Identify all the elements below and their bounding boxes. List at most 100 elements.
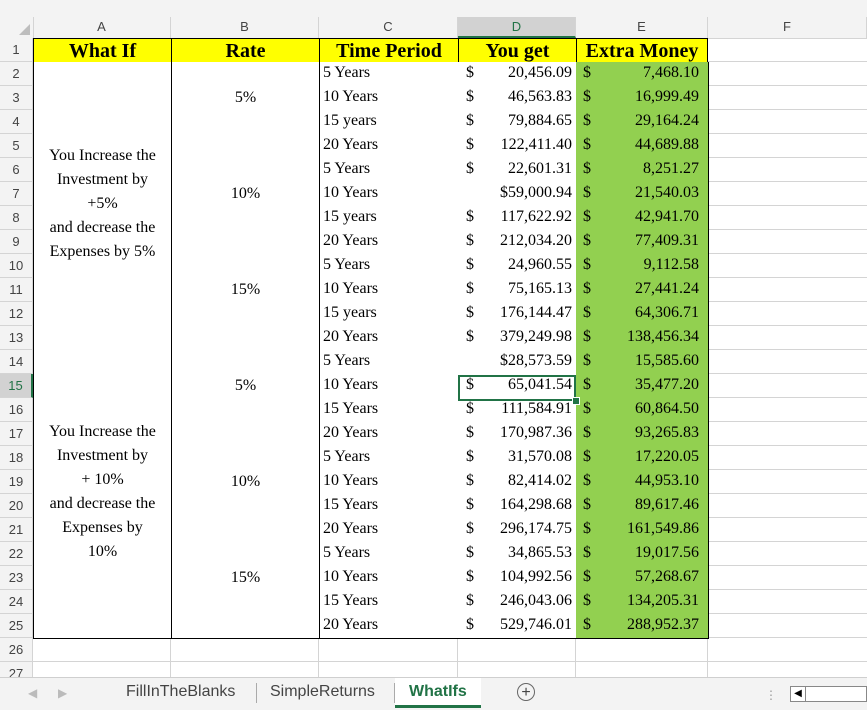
you-get-cell[interactable]: $75,165.13 xyxy=(458,278,577,303)
select-all-corner[interactable] xyxy=(0,17,34,38)
row-header-26[interactable]: 26 xyxy=(0,638,33,662)
row-header-6[interactable]: 6 xyxy=(0,158,33,182)
rate-cell[interactable]: 5% xyxy=(171,62,320,159)
extra-money-cell[interactable]: $21,540.03 xyxy=(576,182,709,207)
sheet-tab-whatifs[interactable]: WhatIfs xyxy=(395,678,481,708)
extra-money-cell[interactable]: $138,456.34 xyxy=(576,326,709,351)
extra-money-cell[interactable]: $9,112.58 xyxy=(576,254,709,279)
time-period-cell[interactable]: 10 Years xyxy=(319,470,459,495)
row-header-17[interactable]: 17 xyxy=(0,422,33,446)
row-header-12[interactable]: 12 xyxy=(0,302,33,326)
time-period-cell[interactable]: 10 Years xyxy=(319,566,459,591)
rate-cell[interactable]: 10% xyxy=(171,158,320,255)
sheet-tab-fillintheblanks[interactable]: FillInTheBlanks xyxy=(112,678,249,708)
rate-cell[interactable]: 10% xyxy=(171,446,320,543)
you-get-cell[interactable]: $46,563.83 xyxy=(458,86,577,111)
column-header-e[interactable]: E xyxy=(576,17,708,38)
extra-money-cell[interactable]: $44,689.88 xyxy=(576,134,709,159)
time-period-cell[interactable]: 20 Years xyxy=(319,614,459,639)
row-header-14[interactable]: 14 xyxy=(0,350,33,374)
time-period-cell[interactable]: 5 Years xyxy=(319,446,459,471)
sheet-tab-simplereturns[interactable]: SimpleReturns xyxy=(256,678,389,708)
time-period-cell[interactable]: 5 Years xyxy=(319,350,459,375)
row-header-16[interactable]: 16 xyxy=(0,398,33,422)
extra-money-cell[interactable]: $288,952.37 xyxy=(576,614,709,639)
you-get-cell[interactable]: $170,987.36 xyxy=(458,422,577,447)
you-get-cell[interactable]: $34,865.53 xyxy=(458,542,577,567)
rate-cell[interactable]: 15% xyxy=(171,542,320,639)
column-header-a[interactable]: A xyxy=(33,17,171,38)
row-header-25[interactable]: 25 xyxy=(0,614,33,638)
row-header-2[interactable]: 2 xyxy=(0,62,33,86)
time-period-cell[interactable]: 20 Years xyxy=(319,422,459,447)
extra-money-cell[interactable]: $77,409.31 xyxy=(576,230,709,255)
you-get-cell[interactable]: $296,174.75 xyxy=(458,518,577,543)
you-get-cell[interactable]: $59,000.94 xyxy=(458,182,577,207)
you-get-cell[interactable]: $379,249.98 xyxy=(458,326,577,351)
time-period-cell[interactable]: 5 Years xyxy=(319,158,459,183)
row-header-7[interactable]: 7 xyxy=(0,182,33,206)
extra-money-cell[interactable]: $8,251.27 xyxy=(576,158,709,183)
prev-sheet-arrow-icon[interactable]: ◀ xyxy=(28,686,37,700)
time-period-cell[interactable]: 5 Years xyxy=(319,62,459,87)
extra-money-cell[interactable]: $15,585.60 xyxy=(576,350,709,375)
you-get-cell[interactable]: $111,584.91 xyxy=(458,398,577,423)
you-get-cell[interactable]: $212,034.20 xyxy=(458,230,577,255)
row-header-8[interactable]: 8 xyxy=(0,206,33,230)
row-header-23[interactable]: 23 xyxy=(0,566,33,590)
extra-money-cell[interactable]: $16,999.49 xyxy=(576,86,709,111)
time-period-cell[interactable]: 5 Years xyxy=(319,254,459,279)
row-header-21[interactable]: 21 xyxy=(0,518,33,542)
you-get-cell[interactable]: $28,573.59 xyxy=(458,350,577,375)
extra-money-cell[interactable]: $19,017.56 xyxy=(576,542,709,567)
time-period-cell[interactable]: 20 Years xyxy=(319,518,459,543)
extra-money-cell[interactable]: $60,864.50 xyxy=(576,398,709,423)
time-period-cell[interactable]: 15 years xyxy=(319,302,459,327)
time-period-cell[interactable]: 10 Years xyxy=(319,374,459,399)
scroll-left-icon[interactable]: ◀ xyxy=(791,687,806,701)
row-header-10[interactable]: 10 xyxy=(0,254,33,278)
you-get-cell[interactable]: $122,411.40 xyxy=(458,134,577,159)
row-header-22[interactable]: 22 xyxy=(0,542,33,566)
row-header-4[interactable]: 4 xyxy=(0,110,33,134)
row-header-24[interactable]: 24 xyxy=(0,590,33,614)
row-header-18[interactable]: 18 xyxy=(0,446,33,470)
time-period-cell[interactable]: 10 Years xyxy=(319,182,459,207)
extra-money-cell[interactable]: $64,306.71 xyxy=(576,302,709,327)
time-period-cell[interactable]: 15 Years xyxy=(319,494,459,519)
time-period-cell[interactable]: 10 Years xyxy=(319,278,459,303)
time-period-cell[interactable]: 5 Years xyxy=(319,542,459,567)
time-period-cell[interactable]: 15 years xyxy=(319,110,459,135)
you-get-cell[interactable]: $104,992.56 xyxy=(458,566,577,591)
row-header-15[interactable]: 15 xyxy=(0,374,33,398)
you-get-cell[interactable]: $176,144.47 xyxy=(458,302,577,327)
rate-cell[interactable]: 15% xyxy=(171,254,320,351)
row-header-1[interactable]: 1 xyxy=(0,38,33,62)
column-header-b[interactable]: B xyxy=(171,17,319,38)
horizontal-scrollbar[interactable]: ◀ xyxy=(790,686,867,702)
what-if-group-1[interactable]: You Increase the Investment by +5% and decr… xyxy=(33,62,172,351)
you-get-cell[interactable]: $20,456.09 xyxy=(458,62,577,87)
you-get-cell[interactable]: $529,746.01 xyxy=(458,614,577,639)
time-period-cell[interactable]: 10 Years xyxy=(319,86,459,111)
extra-money-cell[interactable]: $17,220.05 xyxy=(576,446,709,471)
splitter-grip-icon[interactable]: ⋮ xyxy=(765,688,777,702)
rate-cell[interactable]: 5% xyxy=(171,350,320,447)
you-get-cell[interactable]: $117,622.92 xyxy=(458,206,577,231)
fill-handle[interactable] xyxy=(572,397,580,405)
column-header-c[interactable]: C xyxy=(319,17,458,38)
time-period-cell[interactable]: 15 Years xyxy=(319,398,459,423)
time-period-cell[interactable]: 20 Years xyxy=(319,230,459,255)
header-you-get[interactable]: You get xyxy=(458,38,577,63)
header-what-if[interactable]: What If xyxy=(33,38,172,63)
add-sheet-plus-icon[interactable]: + xyxy=(517,683,535,701)
extra-money-cell[interactable]: $7,468.10 xyxy=(576,62,709,87)
extra-money-cell[interactable]: $57,268.67 xyxy=(576,566,709,591)
extra-money-cell[interactable]: $161,549.86 xyxy=(576,518,709,543)
extra-money-cell[interactable]: $134,205.31 xyxy=(576,590,709,615)
you-get-cell[interactable]: $22,601.31 xyxy=(458,158,577,183)
row-header-20[interactable]: 20 xyxy=(0,494,33,518)
header-rate[interactable]: Rate xyxy=(171,38,320,63)
extra-money-cell[interactable]: $29,164.24 xyxy=(576,110,709,135)
time-period-cell[interactable]: 15 Years xyxy=(319,590,459,615)
